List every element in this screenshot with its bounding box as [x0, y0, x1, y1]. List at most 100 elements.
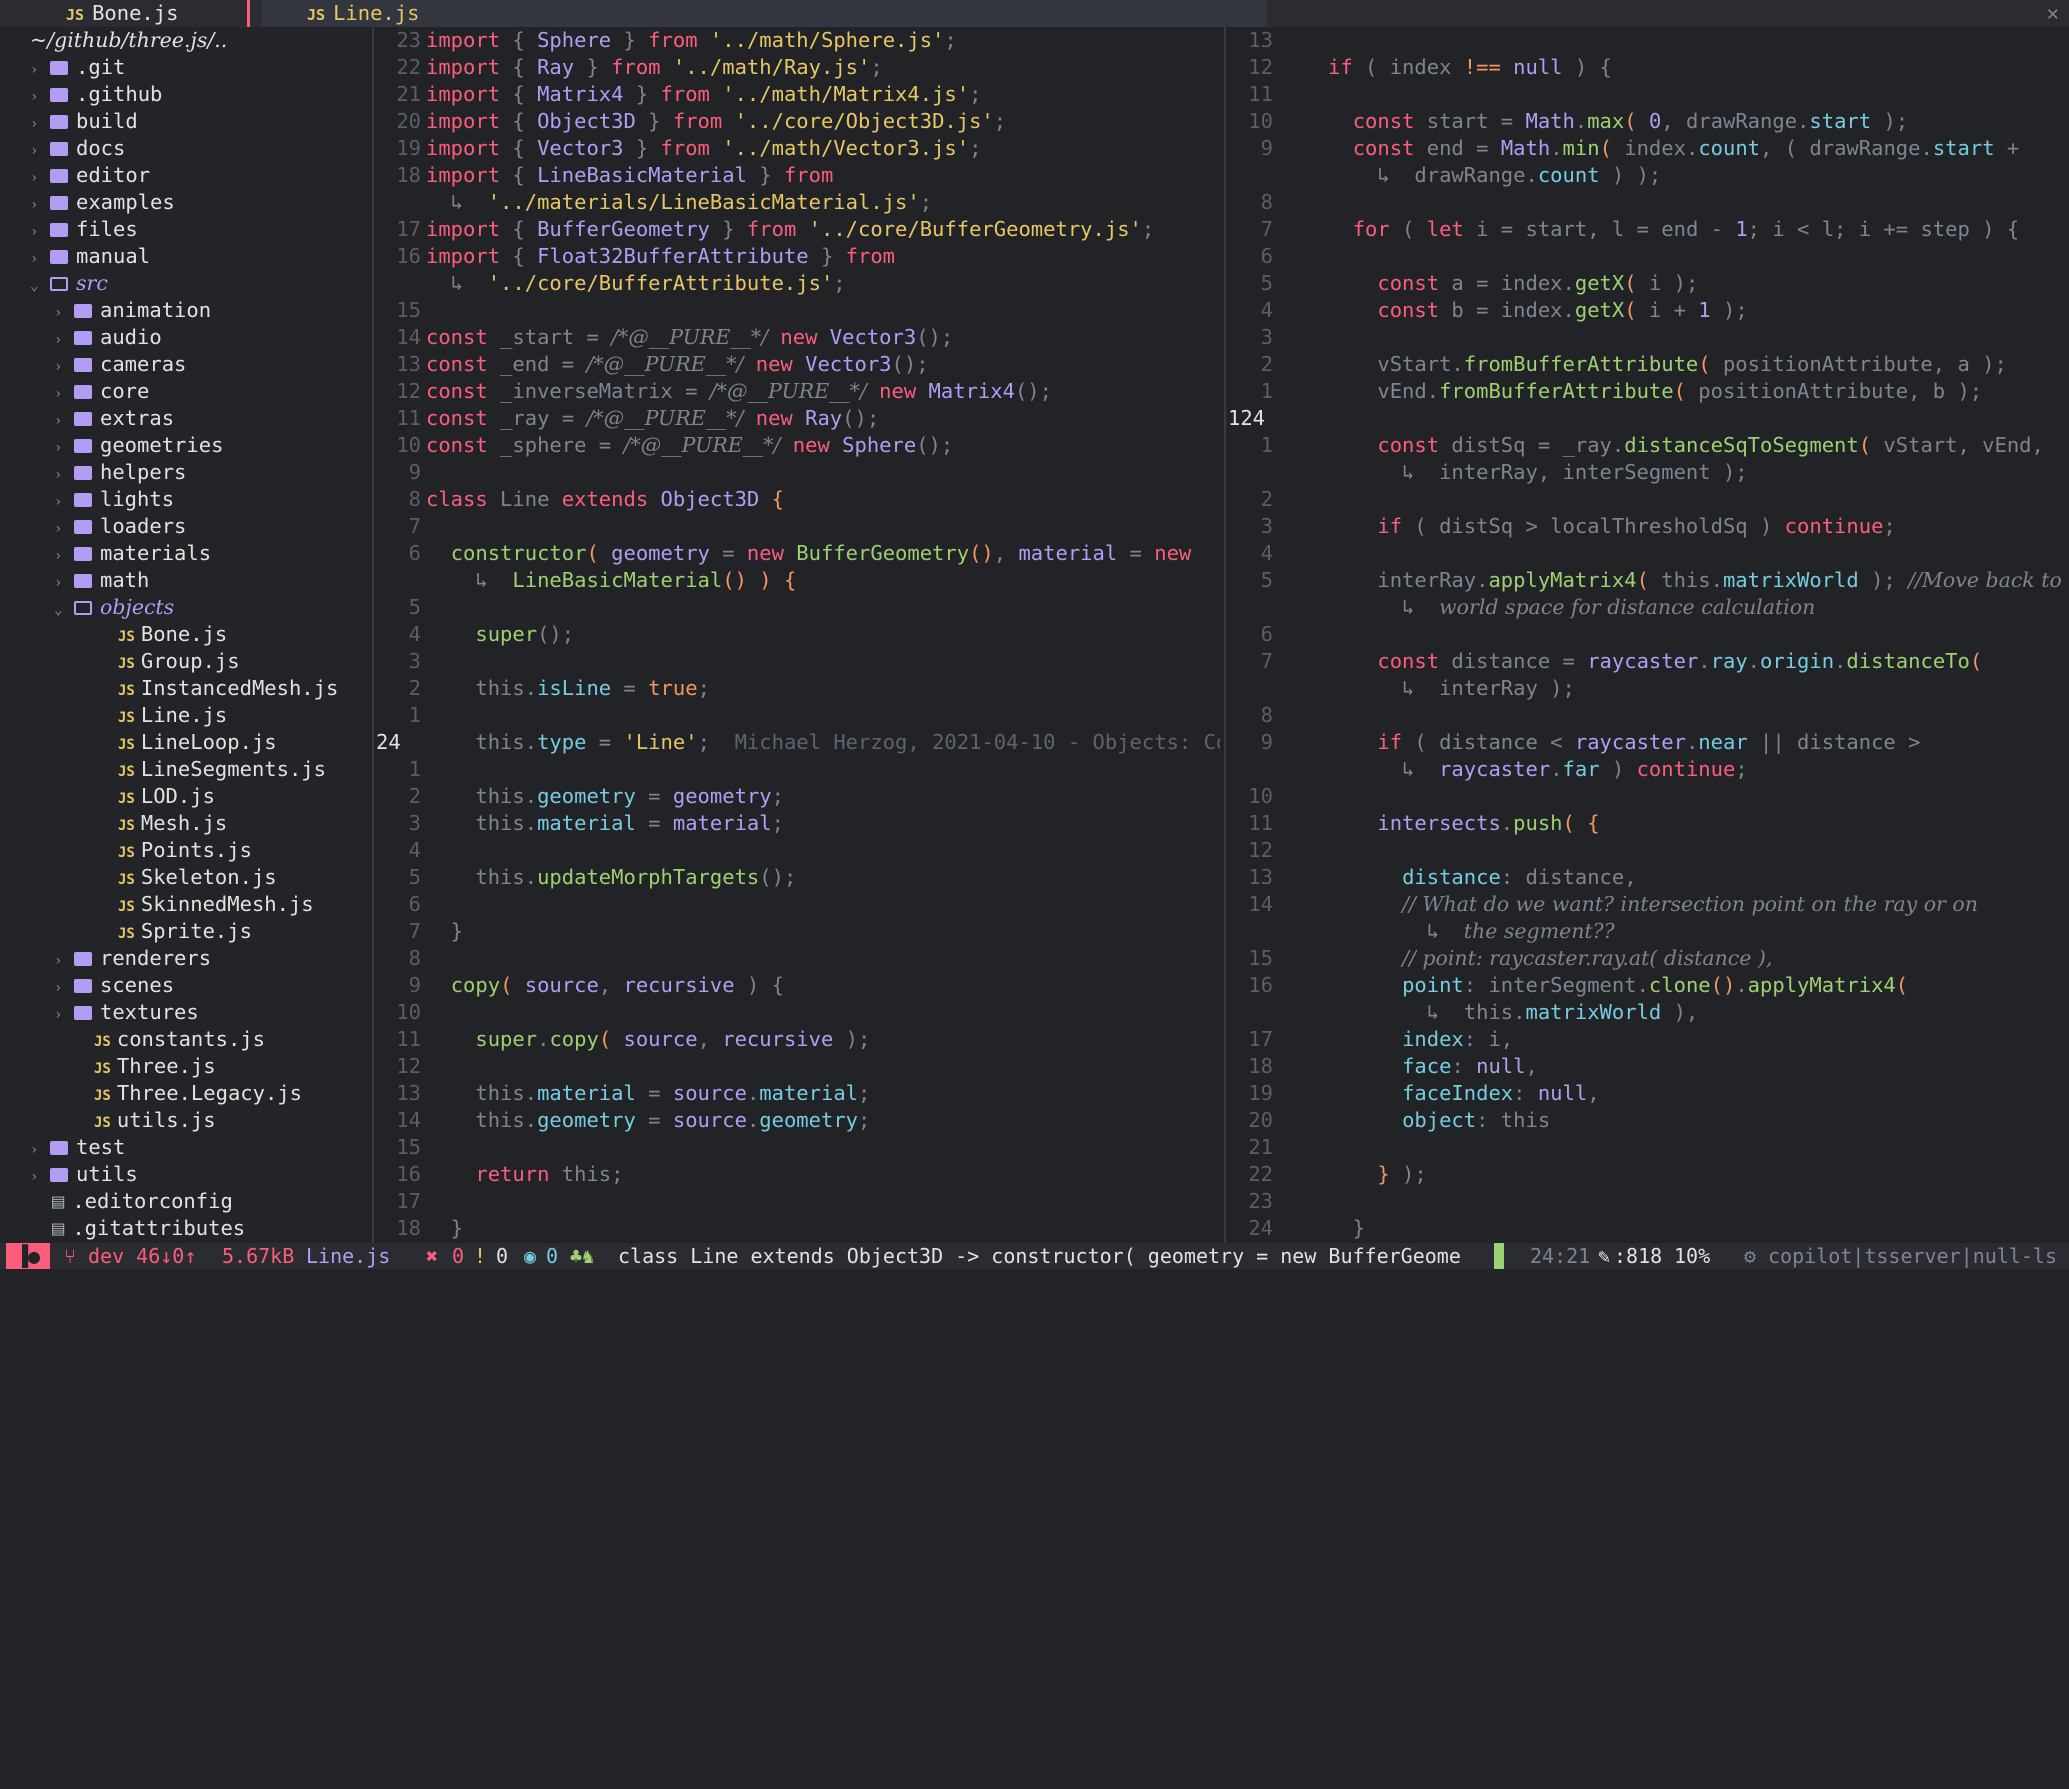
- tree-item[interactable]: › editor: [30, 162, 150, 189]
- tree-item[interactable]: › loaders: [54, 513, 186, 540]
- tree-item[interactable]: JS Three.Legacy.js: [54, 1080, 302, 1107]
- tree-item[interactable]: › audio: [54, 324, 162, 351]
- chevron-right-icon[interactable]: ›: [30, 165, 50, 192]
- chevron-right-icon[interactable]: ›: [30, 84, 50, 111]
- tab-line[interactable]: JS Line.js: [262, 0, 1267, 27]
- tree-item[interactable]: › examples: [30, 189, 175, 216]
- chevron-right-icon[interactable]: ›: [54, 300, 74, 327]
- chevron-right-icon[interactable]: ›: [30, 219, 50, 246]
- tree-item[interactable]: › scenes: [54, 972, 174, 999]
- code-text: this.updateMorphTargets();: [426, 864, 796, 891]
- tree-item[interactable]: › docs: [30, 135, 125, 162]
- chevron-right-icon[interactable]: ›: [54, 354, 74, 381]
- line-number: 21: [1248, 1135, 1273, 1159]
- tree-item[interactable]: JS utils.js: [54, 1107, 216, 1134]
- chevron-down-icon[interactable]: ⌄: [30, 273, 50, 300]
- tree-item[interactable]: › .github: [30, 81, 162, 108]
- tree-item[interactable]: › build: [30, 108, 138, 135]
- chevron-right-icon[interactable]: ›: [54, 570, 74, 597]
- tree-item[interactable]: › manual: [30, 243, 150, 270]
- folder-icon: [50, 196, 68, 210]
- code-token: (): [1710, 973, 1736, 997]
- code-token: import: [426, 109, 501, 133]
- chevron-down-icon[interactable]: ⌄: [54, 597, 74, 624]
- chevron-right-icon[interactable]: ›: [54, 327, 74, 354]
- tree-item[interactable]: › files: [30, 216, 138, 243]
- tree-item[interactable]: JS SkinnedMesh.js: [78, 891, 314, 918]
- chevron-right-icon[interactable]: ›: [54, 381, 74, 408]
- tree-item[interactable]: JS Line.js: [78, 702, 227, 729]
- tree-item[interactable]: ▤ .gitattributes: [30, 1215, 245, 1242]
- code-line: 17 index: i,: [1228, 1026, 2069, 1053]
- chevron-right-icon[interactable]: ›: [54, 516, 74, 543]
- chevron-right-icon[interactable]: ›: [30, 138, 50, 165]
- breadcrumb-context[interactable]: class Line extends Object3D -> construct…: [618, 1243, 1461, 1269]
- tree-item[interactable]: JS LOD.js: [78, 783, 215, 810]
- chevron-right-icon[interactable]: ›: [30, 1164, 50, 1191]
- chevron-right-icon[interactable]: ›: [54, 543, 74, 570]
- chevron-right-icon[interactable]: ›: [54, 948, 74, 975]
- tree-item[interactable]: ▤ .editorconfig: [30, 1188, 233, 1215]
- chevron-right-icon[interactable]: ›: [30, 246, 50, 273]
- chevron-right-icon[interactable]: ›: [30, 111, 50, 138]
- tree-item[interactable]: JS Three.js: [54, 1053, 216, 1080]
- chevron-right-icon[interactable]: ›: [54, 489, 74, 516]
- tree-item[interactable]: JS Skeleton.js: [78, 864, 277, 891]
- tree-item[interactable]: › renderers: [54, 945, 211, 972]
- tree-item[interactable]: JS LineSegments.js: [78, 756, 326, 783]
- chevron-right-icon[interactable]: ›: [30, 57, 50, 84]
- code-token: .: [1574, 109, 1588, 133]
- chevron-right-icon[interactable]: ›: [30, 192, 50, 219]
- tree-item[interactable]: ⌄ src: [30, 270, 108, 297]
- tree-item[interactable]: › utils: [30, 1161, 138, 1188]
- tree-item[interactable]: › geometries: [54, 432, 223, 459]
- code-token: geometry: [759, 1108, 859, 1132]
- code-line: 14 // What do we want? intersection poin…: [1228, 891, 2069, 918]
- tree-item[interactable]: › animation: [54, 297, 211, 324]
- tree-item[interactable]: › extras: [54, 405, 174, 432]
- tree-root[interactable]: ~/github/three.js/..: [30, 27, 227, 54]
- folder-icon: [74, 979, 92, 993]
- tree-item[interactable]: › lights: [54, 486, 174, 513]
- tree-item[interactable]: › helpers: [54, 459, 186, 486]
- tree-item[interactable]: ⌄ objects: [54, 594, 174, 621]
- tree-item-label: manual: [76, 244, 151, 268]
- code-token: .: [1735, 973, 1748, 997]
- chevron-right-icon[interactable]: ›: [54, 462, 74, 489]
- tree-item[interactable]: JS constants.js: [54, 1026, 265, 1053]
- code-text: object: this: [1328, 1107, 1550, 1134]
- tab-bone[interactable]: JS Bone.js: [66, 0, 178, 27]
- code-token: from: [746, 217, 797, 241]
- git-branch[interactable]: dev 46↓0↑: [88, 1243, 196, 1269]
- tree-item[interactable]: › cameras: [54, 351, 186, 378]
- tree-item[interactable]: › .git: [30, 54, 125, 81]
- code-text: super();: [426, 621, 574, 648]
- chevron-right-icon[interactable]: ›: [54, 435, 74, 462]
- chevron-right-icon[interactable]: ›: [54, 408, 74, 435]
- tree-item[interactable]: › core: [54, 378, 149, 405]
- line-number: 23: [396, 28, 421, 52]
- tree-item[interactable]: JS InstancedMesh.js: [78, 675, 338, 702]
- tree-item[interactable]: JS Group.js: [78, 648, 240, 675]
- tree-item[interactable]: › test: [30, 1134, 125, 1161]
- tree-item[interactable]: › materials: [54, 540, 211, 567]
- tree-item[interactable]: JS Mesh.js: [78, 810, 227, 837]
- tree-item[interactable]: › math: [54, 567, 149, 594]
- close-icon[interactable]: ✕: [2047, 0, 2059, 27]
- code-token: source: [672, 1081, 747, 1105]
- editor-left[interactable]: 23 import { Sphere } from '../math/Sphere…: [376, 27, 1220, 1243]
- tree-item[interactable]: JS Bone.js: [78, 621, 227, 648]
- tree-item-label: helpers: [100, 460, 187, 484]
- code-token: {: [500, 163, 538, 187]
- tree-item[interactable]: JS Points.js: [78, 837, 252, 864]
- tree-item-label: Line.js: [140, 703, 228, 727]
- chevron-right-icon[interactable]: ›: [30, 1137, 50, 1164]
- tree-item[interactable]: JS Sprite.js: [78, 918, 252, 945]
- code-token: geometry: [537, 784, 636, 808]
- editor-right[interactable]: 13 12 if ( index !== null ) {11 10 const st…: [1228, 27, 2069, 1243]
- tree-item[interactable]: JS LineLoop.js: [78, 729, 277, 756]
- tree-item[interactable]: › textures: [54, 999, 199, 1026]
- chevron-right-icon[interactable]: ›: [54, 1002, 74, 1029]
- chevron-right-icon[interactable]: ›: [54, 975, 74, 1002]
